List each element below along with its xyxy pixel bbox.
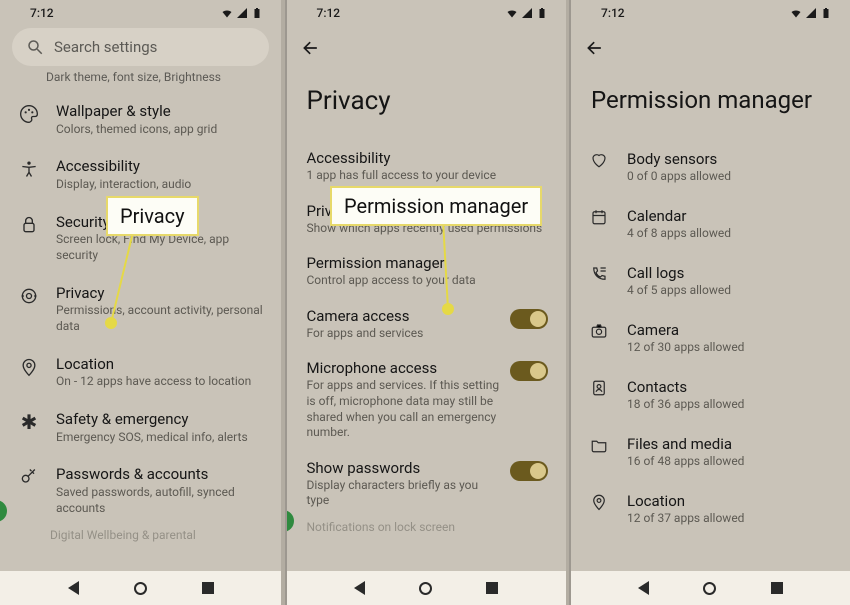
- privacy-item-show-passwords[interactable]: Show passwordsDisplay characters briefly…: [287, 450, 566, 518]
- nav-back[interactable]: [638, 581, 649, 595]
- settings-item-safety[interactable]: ✱ Safety & emergencyEmergency SOS, medic…: [0, 400, 281, 455]
- permission-call-logs[interactable]: Call logs4 of 5 apps allowed: [571, 252, 850, 309]
- search-placeholder: Search settings: [54, 38, 157, 56]
- nav-back[interactable]: [354, 581, 365, 595]
- camera-toggle[interactable]: [510, 309, 548, 329]
- back-arrow-icon[interactable]: [301, 38, 321, 58]
- back-arrow-icon[interactable]: [585, 38, 605, 58]
- location-icon: [589, 492, 609, 511]
- settings-item-location[interactable]: LocationOn - 12 apps have access to loca…: [0, 345, 281, 400]
- nav-bar: [571, 571, 850, 605]
- nav-recent[interactable]: [202, 582, 214, 594]
- page-title: Privacy: [287, 58, 566, 140]
- callout-dot: [442, 303, 454, 315]
- wifi-icon: [506, 7, 518, 19]
- callout-dot: [105, 317, 117, 329]
- status-time: 7:12: [30, 6, 54, 20]
- show-passwords-toggle[interactable]: [510, 461, 548, 481]
- status-time: 7:12: [317, 6, 341, 20]
- screen-privacy: 7:12 Privacy Accessibility1 app has full…: [285, 0, 566, 605]
- permission-body-sensors[interactable]: Body sensors0 of 0 apps allowed: [571, 138, 850, 195]
- camera-icon: [589, 321, 609, 340]
- permission-contacts[interactable]: Contacts18 of 36 apps allowed: [571, 366, 850, 423]
- heart-icon: [589, 150, 609, 169]
- faded-row: Notifications on lock screen: [287, 518, 566, 536]
- nav-home[interactable]: [703, 582, 716, 595]
- permission-location[interactable]: Location12 of 37 apps allowed: [571, 480, 850, 537]
- settings-item-privacy[interactable]: PrivacyPermissions, account activity, pe…: [0, 274, 281, 345]
- settings-item-passwords[interactable]: Passwords & accountsSaved passwords, aut…: [0, 455, 281, 526]
- search-icon: [26, 38, 44, 56]
- status-bar: 7:12: [571, 0, 850, 22]
- nav-bar: [287, 571, 566, 605]
- calendar-icon: [589, 207, 609, 226]
- nav-back[interactable]: [68, 581, 79, 595]
- contacts-icon: [589, 378, 609, 397]
- folder-icon: [589, 435, 609, 454]
- status-bar: 7:12: [287, 0, 566, 22]
- lock-icon: [18, 213, 40, 235]
- privacy-item-permission-manager[interactable]: Permission managerControl app access to …: [287, 245, 566, 298]
- cutoff-text: Dark theme, font size, Brightness: [0, 70, 281, 92]
- screen-permission-manager: 7:12 Permission manager Body sensors0 of…: [569, 0, 850, 605]
- battery-icon: [251, 7, 263, 19]
- status-icons: [221, 7, 263, 19]
- privacy-item-camera-access[interactable]: Camera accessFor apps and services: [287, 298, 566, 351]
- status-icons: [506, 7, 548, 19]
- permission-calendar[interactable]: Calendar4 of 8 apps allowed: [571, 195, 850, 252]
- palette-icon: [18, 102, 40, 124]
- privacy-item-microphone-access[interactable]: Microphone accessFor apps and services. …: [287, 350, 566, 449]
- location-icon: [18, 355, 40, 377]
- status-icons: [790, 7, 832, 19]
- privacy-item-accessibility[interactable]: Accessibility1 app has full access to yo…: [287, 140, 566, 193]
- status-time: 7:12: [601, 6, 625, 20]
- phone-log-icon: [589, 264, 609, 283]
- nav-home[interactable]: [419, 582, 432, 595]
- nav-recent[interactable]: [771, 582, 783, 594]
- signal-icon: [236, 7, 248, 19]
- page-title: Permission manager: [571, 58, 850, 138]
- key-icon: [18, 465, 40, 487]
- nav-recent[interactable]: [486, 582, 498, 594]
- faded-row: Digital Wellbeing & parental: [0, 526, 281, 544]
- nav-home[interactable]: [134, 582, 147, 595]
- battery-icon: [536, 7, 548, 19]
- nav-bar: [0, 571, 281, 605]
- search-settings[interactable]: Search settings: [12, 28, 269, 66]
- status-bar: 7:12: [0, 0, 281, 22]
- wifi-icon: [221, 7, 233, 19]
- screen-settings: 7:12 Search settings Dark theme, font si…: [0, 0, 281, 605]
- settings-item-accessibility[interactable]: AccessibilityDisplay, interaction, audio: [0, 147, 281, 202]
- microphone-toggle[interactable]: [510, 361, 548, 381]
- callout-permission-manager: Permission manager: [330, 186, 542, 226]
- signal-icon: [521, 7, 533, 19]
- privacy-icon: [18, 284, 40, 306]
- accessibility-icon: [18, 157, 40, 179]
- wifi-icon: [790, 7, 802, 19]
- battery-icon: [820, 7, 832, 19]
- permission-camera[interactable]: Camera12 of 30 apps allowed: [571, 309, 850, 366]
- permission-files[interactable]: Files and media16 of 48 apps allowed: [571, 423, 850, 480]
- settings-item-wallpaper[interactable]: Wallpaper & styleColors, themed icons, a…: [0, 92, 281, 147]
- callout-privacy: Privacy: [106, 196, 199, 236]
- emergency-icon: ✱: [18, 410, 40, 432]
- signal-icon: [805, 7, 817, 19]
